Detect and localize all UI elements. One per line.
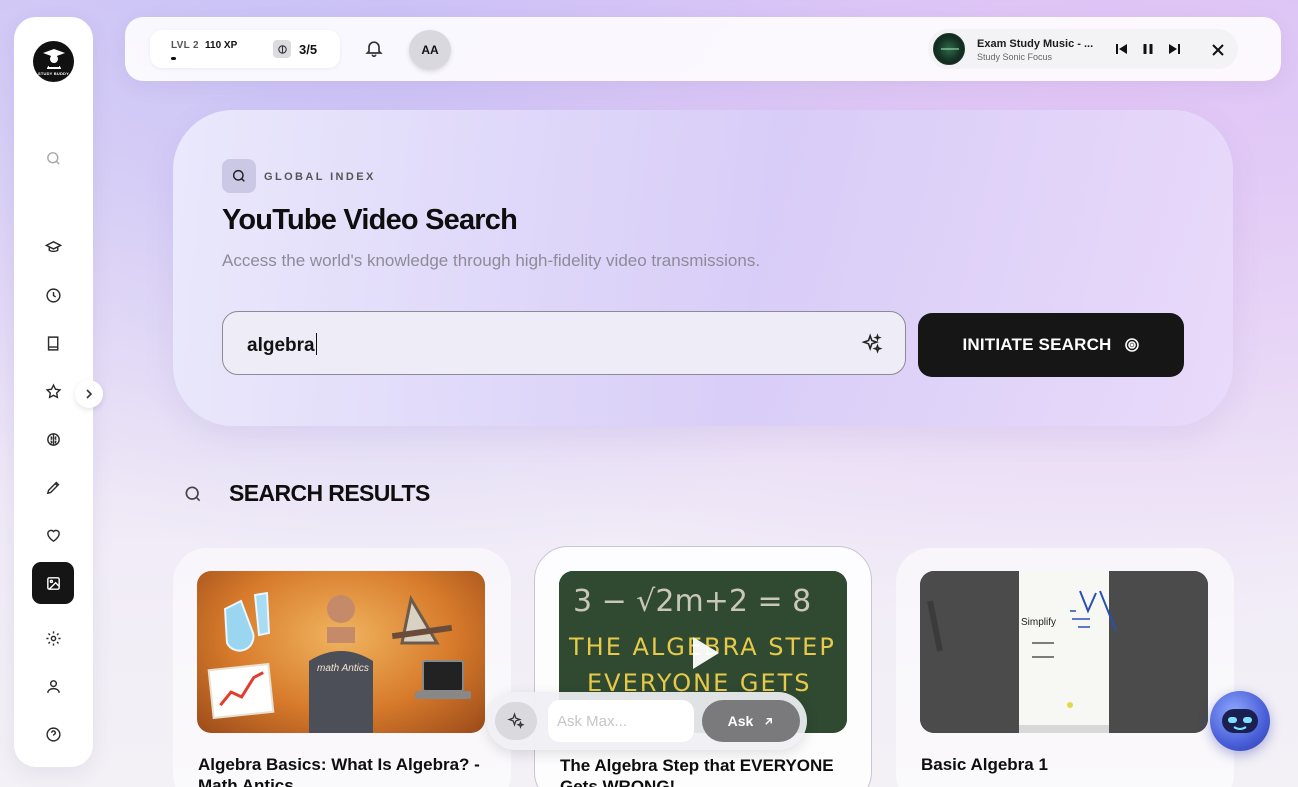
search-input-value: algebra [247,333,317,356]
track-artist: Study Sonic Focus [977,52,1053,62]
xp-progress-bar [171,57,221,60]
initiate-search-label: INITIATE SEARCH [962,335,1112,354]
xp-label: 110 XP [205,40,238,51]
xp-card[interactable]: LVL 2 110 XP 3/5 [150,30,340,68]
image-icon [46,576,60,590]
sparkle-icon[interactable] [861,333,883,355]
sidebar-item-profile[interactable] [32,665,74,707]
results-search-icon [183,484,203,504]
sidebar-expand-toggle[interactable] [75,380,103,408]
video-search-input[interactable]: algebra [222,311,906,375]
pause-button[interactable] [1140,41,1156,57]
close-player-button[interactable] [1209,41,1227,59]
ask-button-label: Ask [727,713,754,729]
sidebar-item-library[interactable] [32,322,74,364]
user-avatar[interactable]: AA [409,30,451,70]
track-title: Exam Study Music - ... [977,38,1094,50]
sparkle-icon [507,712,525,729]
results-heading: SEARCH RESULTS [229,480,430,506]
math-antics-thumbnail-art: math Antics [207,591,471,733]
pause-icon [1143,44,1153,54]
ask-max-bar: Ask [487,692,807,750]
sidebar-item-help[interactable] [32,713,74,755]
sidebar-item-favorites[interactable] [32,370,74,412]
page-subtitle: Access the world's knowledge through hig… [222,251,761,270]
close-icon [1212,44,1224,56]
skip-back-icon [1116,44,1127,54]
book-icon [47,335,58,351]
ask-max-input[interactable] [548,700,694,742]
video-thumbnail[interactable]: math Antics [197,571,485,733]
sidebar-item-history[interactable] [32,274,74,316]
initiate-search-button[interactable]: INITIATE SEARCH [918,313,1184,377]
brain-icon [46,432,60,446]
robot-assistant-button[interactable] [1210,691,1270,751]
notifications-bell-icon[interactable] [364,38,384,58]
eyebrow-label: GLOBAL INDEX [264,171,376,183]
sidebar-item-brain[interactable] [32,418,74,460]
whiteboard-thumbnail-art: Simplify [920,571,1208,733]
graduate-icon [42,48,65,69]
video-title[interactable]: The Algebra Step that EVERYONE Gets WRON… [560,755,860,787]
gear-icon [45,630,61,646]
video-card[interactable]: Simplify Basic Algebra 1 [896,548,1234,787]
clock-icon [45,287,61,303]
topbar: LVL 2 110 XP 3/5 AA Exam Study Music - .… [125,17,1281,81]
graduation-cap-icon [44,240,62,252]
energy-count: 3/5 [299,42,318,57]
sidebar-item-notes[interactable] [32,466,74,508]
study-buddy-logo[interactable]: STUDY BUDDY [33,41,74,82]
video-card[interactable]: math Antics Algebra Basics: What Is Alge… [173,548,511,787]
ask-button[interactable]: Ask [702,700,800,742]
sidebar-item-courses[interactable] [32,226,74,268]
arrow-up-right-icon [765,717,773,725]
energy-icon [273,40,291,58]
level-label: LVL 2 [171,40,199,51]
thumb-text: math Antics [317,663,369,674]
thumb-text: Simplify [1021,617,1056,628]
star-icon [45,382,61,399]
logo-text: STUDY BUDDY [37,70,70,76]
album-art[interactable] [933,33,965,65]
robot-icon [1222,709,1258,733]
user-icon [46,679,60,693]
search-icon [46,151,60,165]
skip-forward-icon [1169,44,1180,54]
next-track-button[interactable] [1166,41,1182,57]
music-player: Exam Study Music - ... Study Sonic Focus [928,29,1238,69]
previous-track-button[interactable] [1114,41,1130,57]
sidebar-item-wellness[interactable] [32,514,74,556]
video-thumbnail[interactable]: Simplify [920,571,1208,733]
ai-sparkle-button[interactable] [495,702,537,740]
sidebar-item-settings[interactable] [32,617,74,659]
xp-progress-fill [171,57,176,60]
video-title[interactable]: Algebra Basics: What Is Algebra? - Math … [198,754,498,787]
thumb-equation: 3 − √2m+2 = 8 [573,584,811,619]
global-index-search-icon [222,159,256,193]
heart-icon [46,529,60,542]
help-icon [45,726,61,742]
chevron-right-icon [86,389,93,399]
pencil-icon [46,481,59,494]
sidebar-item-search[interactable] [32,137,74,179]
video-card[interactable]: 3 − √2m+2 = 8 THE ALGEBRA STEP EVERYONE … [534,546,872,787]
target-icon [1124,338,1139,352]
video-title[interactable]: Basic Algebra 1 [921,754,1221,775]
search-hero: GLOBAL INDEX YouTube Video Search Access… [173,110,1233,426]
sidebar-item-media[interactable] [32,562,74,604]
page-title: YouTube Video Search [222,204,518,236]
